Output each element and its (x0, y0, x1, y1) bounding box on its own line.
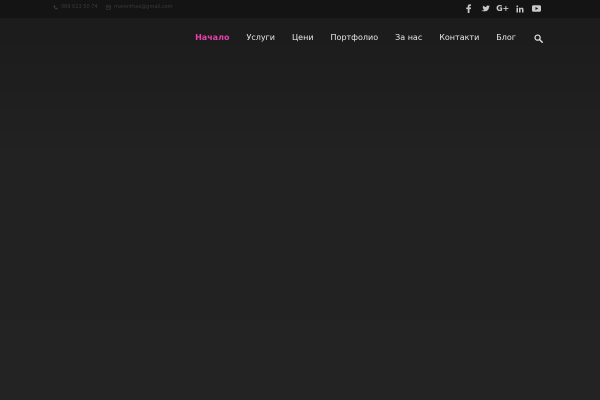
nav-item-about[interactable]: За нас (395, 32, 422, 44)
twitter-icon[interactable] (480, 3, 491, 14)
email-contact: marenthax@gmail.com (105, 4, 172, 10)
top-bar: 089 613 50 74 marenthax@gmail.com G+ (0, 0, 600, 18)
nav-item-contacts[interactable]: Контакти (439, 32, 479, 44)
envelope-icon (105, 4, 112, 10)
nav-item-blog[interactable]: Блог (496, 32, 516, 44)
phone-number: 089 613 50 74 (61, 4, 98, 10)
nav-item-home[interactable]: Начало (195, 32, 229, 44)
youtube-icon[interactable] (531, 3, 542, 14)
nav-item-services[interactable]: Услуги (246, 32, 275, 44)
search-icon[interactable] (533, 33, 544, 44)
nav-item-portfolio[interactable]: Портфолио (331, 32, 379, 44)
email-address[interactable]: marenthax@gmail.com (114, 4, 172, 10)
phone-contact: 089 613 50 74 (53, 4, 98, 10)
nav-menu: Начало Услуги Цени Портфолио За нас Конт… (178, 32, 544, 44)
facebook-icon[interactable] (463, 3, 474, 14)
google-plus-icon[interactable]: G+ (496, 3, 509, 14)
linkedin-icon[interactable] (514, 3, 525, 14)
nav-item-prices[interactable]: Цени (292, 32, 314, 44)
phone-icon (53, 5, 58, 10)
social-links: G+ (457, 3, 542, 14)
main-navigation: Начало Услуги Цени Портфолио За нас Конт… (0, 18, 600, 62)
page: 089 613 50 74 marenthax@gmail.com G+ Нач… (0, 0, 600, 400)
